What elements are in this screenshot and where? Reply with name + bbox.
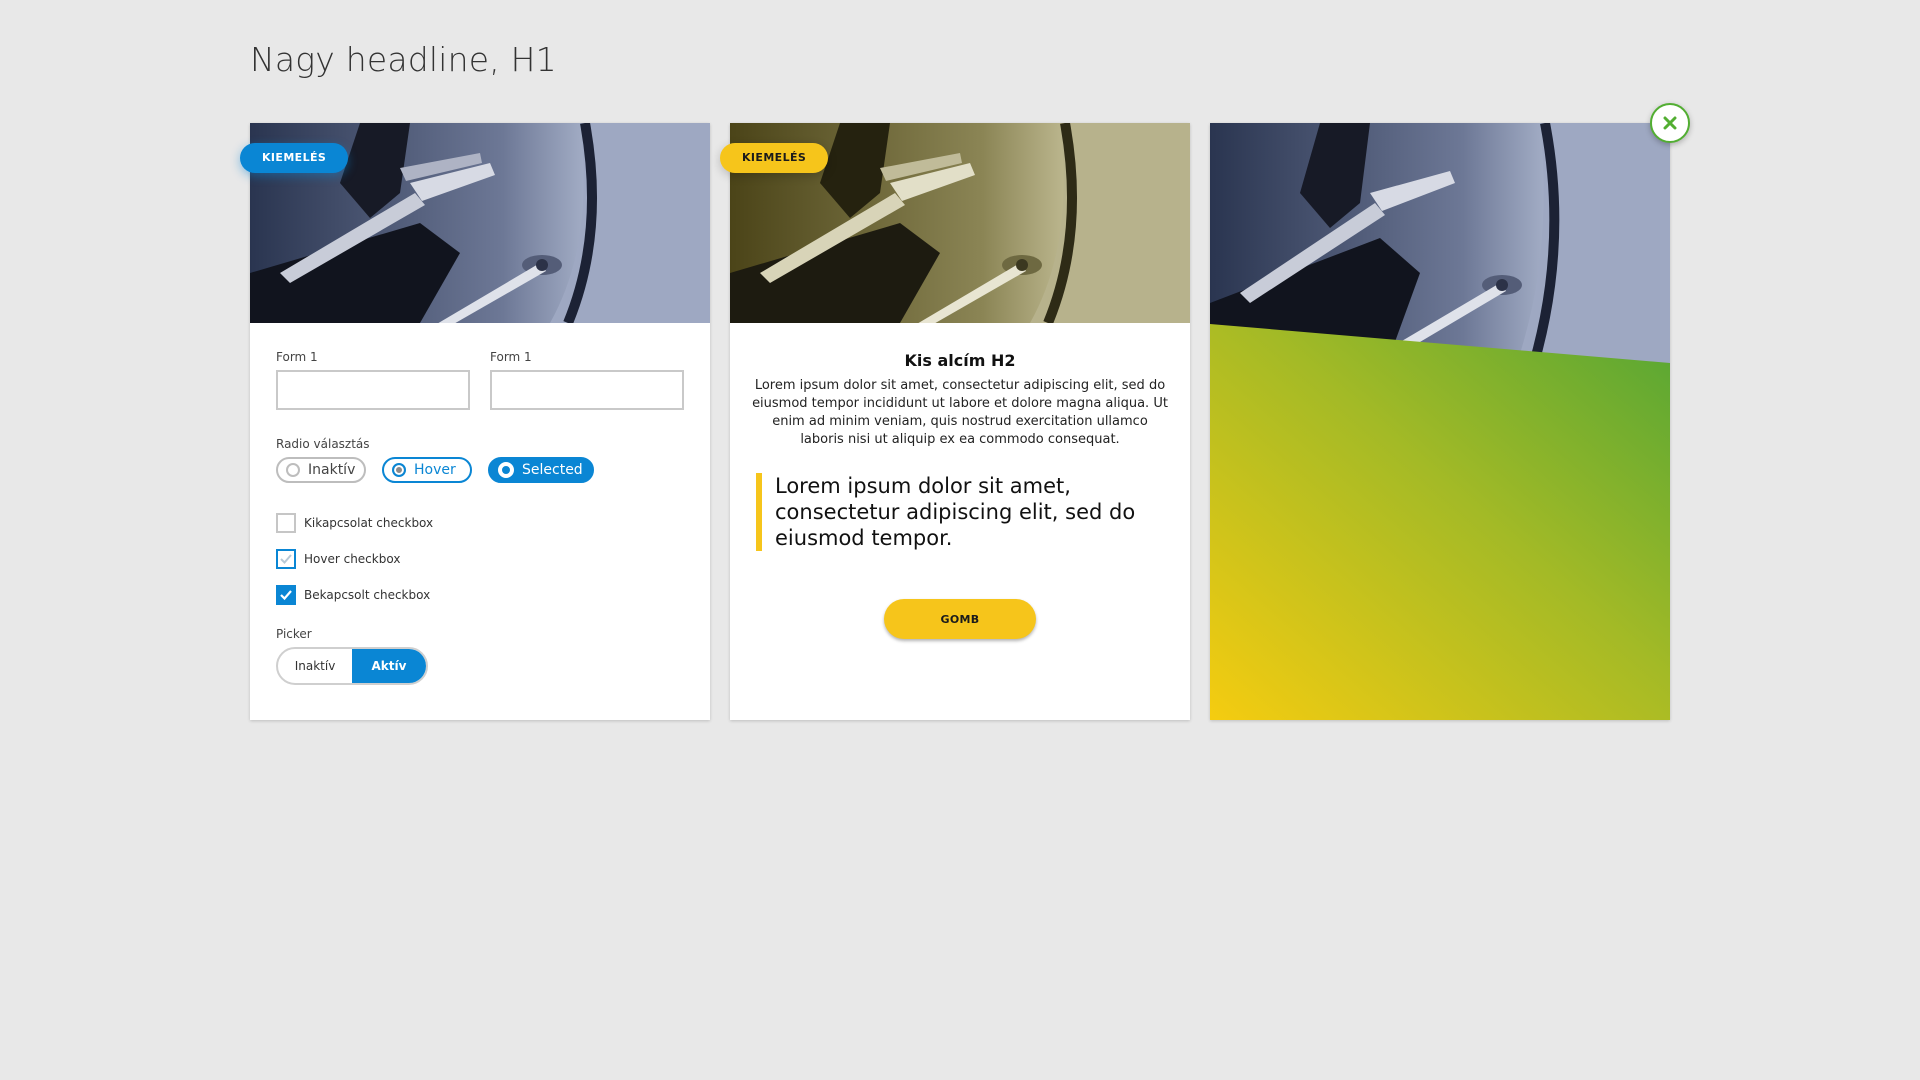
checkbox-label: Bekapcsolt checkbox [304, 588, 431, 602]
checkbox-hover[interactable] [276, 549, 296, 569]
page-title: Nagy headline, H1 [250, 40, 557, 79]
form-card: KIEMELÉS Form 1 Form 1 Radio választás I… [240, 123, 710, 720]
image-gradient-card [1210, 123, 1670, 720]
radio-circle-icon [286, 463, 300, 477]
highlight-quote: Lorem ipsum dolor sit amet, consectetur … [756, 473, 1175, 551]
radio-circle-icon [498, 462, 514, 478]
radio-inactive[interactable]: Inaktív [276, 457, 366, 483]
check-icon [280, 554, 292, 564]
form2-input[interactable] [490, 370, 684, 410]
card-visual [1210, 123, 1670, 720]
form1-label: Form 1 [276, 350, 318, 364]
gomb-button[interactable]: GOMB [884, 599, 1036, 639]
highlight-badge: KIEMELÉS [720, 143, 829, 173]
radio-group-label: Radio választás [276, 437, 370, 451]
card-subtitle: Kis alcím H2 [904, 351, 1016, 370]
picker-option-active[interactable]: Aktív [352, 649, 426, 683]
close-icon [1663, 116, 1677, 130]
radio-hover[interactable]: Hover [382, 457, 472, 483]
card-body-text: Lorem ipsum dolor sit amet, consectetur … [752, 378, 1168, 447]
close-button[interactable] [1650, 103, 1690, 143]
page: Nagy headline, H1 KIEMELÉS Form 1 Form 1… [0, 0, 1920, 1080]
radio-label: Inaktív [308, 462, 356, 478]
radio-selected[interactable]: Selected [488, 457, 594, 483]
check-icon [280, 590, 292, 601]
content-card: KIEMELÉS Kis alcím H2 Lorem ipsum dolor … [720, 123, 1190, 720]
checkbox-label: Kikapcsolat checkbox [304, 516, 434, 530]
checkbox-on[interactable] [276, 585, 296, 605]
picker-toggle[interactable]: Inaktív Aktív [276, 647, 428, 685]
picker-option-inactive[interactable]: Inaktív [278, 649, 352, 683]
checkbox-off[interactable] [276, 513, 296, 533]
radio-label: Selected [522, 462, 583, 478]
picker-label: Picker [276, 627, 312, 641]
form2-label: Form 1 [490, 350, 532, 364]
radio-label: Hover [414, 462, 456, 478]
highlight-badge: KIEMELÉS [240, 143, 349, 173]
radio-circle-icon [392, 463, 406, 477]
checkbox-label: Hover checkbox [304, 552, 401, 566]
form1-input[interactable] [276, 370, 470, 410]
